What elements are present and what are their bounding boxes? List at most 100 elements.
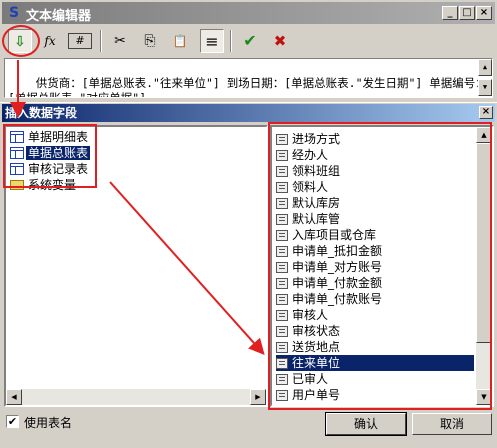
dialog-title-bar: 插入数据字段 × xyxy=(2,104,495,122)
window-title: 文本编辑器 xyxy=(26,9,92,24)
scroll-thumb[interactable] xyxy=(476,143,492,343)
field-icon xyxy=(276,230,288,241)
toolbar: ⇩ fx # ✂ ⎘ 📋 ≡ ✔ ✖ xyxy=(2,26,495,58)
field-label: 申请单_付款金额 xyxy=(292,276,383,290)
field-icon xyxy=(276,374,288,385)
dialog-close-button[interactable]: × xyxy=(479,106,493,119)
field-item[interactable]: 申请单_抵扣金额 xyxy=(276,243,474,259)
scroll-up-icon[interactable]: ▲ xyxy=(476,127,492,143)
insert-field-dialog: 插入数据字段 × 单据明细表 单据总账表 审核记录表 系统变量 ◀ ▶ 进场方式… xyxy=(0,102,497,447)
field-label: 默认库房 xyxy=(292,196,341,210)
scroll-down-icon[interactable]: ▼ xyxy=(476,389,492,405)
title-bar: S 文本编辑器 _ □ × xyxy=(2,2,495,24)
vertical-scrollbar[interactable]: ▲ ▼ xyxy=(476,127,492,405)
expression-editor[interactable]: 供货商：[单据总账表."往来单位"] 到场日期：[单据总账表."发生日期"] 单… xyxy=(4,58,493,98)
field-icon xyxy=(276,198,288,209)
use-table-name-label: 使用表名 xyxy=(24,416,73,430)
paste-icon[interactable]: 📋 xyxy=(168,29,192,53)
field-icon xyxy=(276,134,288,145)
field-item[interactable]: 审核人 xyxy=(276,307,474,323)
field-icon xyxy=(276,358,288,369)
dialog-bottom-bar: ✔ 使用表名 确认 取消 xyxy=(0,409,497,448)
field-label: 领料人 xyxy=(292,180,329,194)
maximize-button[interactable]: □ xyxy=(459,6,475,20)
scroll-up-icon[interactable]: ▲ xyxy=(478,59,492,76)
use-table-name-checkbox[interactable]: ✔ xyxy=(6,415,19,428)
field-label: 已审人 xyxy=(292,372,329,386)
table-icon xyxy=(10,163,24,175)
table-item-system-vars[interactable]: 系统变量 xyxy=(10,177,78,193)
field-item[interactable]: 领料班组 xyxy=(276,163,474,179)
field-label: 申请单_抵扣金额 xyxy=(292,244,383,258)
field-icon xyxy=(276,166,288,177)
field-label: 领料班组 xyxy=(292,164,341,178)
table-item-audit[interactable]: 审核记录表 xyxy=(10,161,90,177)
field-label: 审核状态 xyxy=(292,324,341,338)
field-label: 进场方式 xyxy=(292,132,341,146)
folder-icon xyxy=(10,180,24,190)
field-item[interactable]: 往来单位 xyxy=(276,355,474,371)
editor-text: 供货商：[单据总账表."往来单位"] 到场日期：[单据总账表."发生日期"] 单… xyxy=(8,76,487,98)
field-item[interactable]: 审核状态 xyxy=(276,323,474,339)
field-icon xyxy=(276,278,288,289)
field-item[interactable]: 领料人 xyxy=(276,179,474,195)
field-item[interactable]: 申请单_付款金额 xyxy=(276,275,474,291)
field-icon xyxy=(276,262,288,273)
table-tree[interactable]: 单据明细表 单据总账表 审核记录表 系统变量 ◀ ▶ xyxy=(4,125,268,407)
text-editor-window: S 文本编辑器 _ □ × ⇩ fx # ✂ ⎘ 📋 ≡ ✔ ✖ 供货商：[单据… xyxy=(0,0,497,447)
close-button[interactable]: × xyxy=(476,6,492,20)
field-label: 用户单号 xyxy=(292,388,341,402)
copy-icon[interactable]: ⎘ xyxy=(138,29,162,53)
field-item[interactable]: 已审人 xyxy=(276,371,474,387)
toolbar-separator xyxy=(100,30,102,52)
minimize-button[interactable]: _ xyxy=(442,6,458,20)
field-item[interactable]: 入库项目或仓库 xyxy=(276,227,474,243)
field-label: 经办人 xyxy=(292,148,329,162)
field-icon xyxy=(276,246,288,257)
number-format-icon[interactable]: # xyxy=(68,33,92,49)
field-icon xyxy=(276,182,288,193)
scroll-right-icon[interactable]: ▶ xyxy=(250,389,266,405)
field-item[interactable]: 用户单号 xyxy=(276,387,474,403)
table-icon xyxy=(10,131,24,143)
field-icon xyxy=(276,294,288,305)
field-list[interactable]: 进场方式经办人领料班组领料人默认库房默认库管入库项目或仓库 申请单_抵扣金额 申请单… xyxy=(270,125,494,407)
toolbar-separator xyxy=(230,30,232,52)
field-item[interactable]: 进场方式 xyxy=(276,131,474,147)
cut-icon[interactable]: ✂ xyxy=(108,29,132,53)
field-item[interactable]: 申请单_对方账号 xyxy=(276,259,474,275)
field-label: 申请单_对方账号 xyxy=(292,260,383,274)
cancel-x-icon[interactable]: ✖ xyxy=(268,29,292,53)
confirm-check-icon[interactable]: ✔ xyxy=(238,29,262,53)
field-icon xyxy=(276,310,288,321)
field-icon xyxy=(276,326,288,337)
field-label: 往来单位 xyxy=(290,356,343,370)
table-item-ledger[interactable]: 单据总账表 xyxy=(10,145,91,161)
field-icon xyxy=(276,214,288,225)
field-label: 审核人 xyxy=(292,308,329,322)
ok-button[interactable]: 确认 xyxy=(325,412,407,436)
field-label: 入库项目或仓库 xyxy=(292,228,377,242)
dialog-title: 插入数据字段 xyxy=(5,106,78,120)
align-icon[interactable]: ≡ xyxy=(200,29,224,53)
insert-field-icon[interactable]: ⇩ xyxy=(8,29,32,53)
field-item[interactable]: 送货地点 xyxy=(276,339,474,355)
field-item[interactable]: 申请单_付款账号 xyxy=(276,291,474,307)
scroll-down-icon[interactable]: ▼ xyxy=(478,79,492,96)
field-item[interactable]: 默认库管 xyxy=(276,211,474,227)
app-icon: S xyxy=(8,5,20,21)
scroll-left-icon[interactable]: ◀ xyxy=(6,389,22,405)
cancel-button[interactable]: 取消 xyxy=(412,413,492,435)
table-item-detail[interactable]: 单据明细表 xyxy=(10,129,90,145)
field-label: 默认库管 xyxy=(292,212,341,226)
field-label: 申请单_付款账号 xyxy=(292,292,383,306)
field-item[interactable]: 默认库房 xyxy=(276,195,474,211)
field-label: 送货地点 xyxy=(292,340,341,354)
field-icon xyxy=(276,342,288,353)
horizontal-scrollbar[interactable]: ◀ ▶ xyxy=(6,389,266,405)
table-icon xyxy=(10,147,24,159)
field-icon xyxy=(276,390,288,401)
function-icon[interactable]: fx xyxy=(38,29,62,53)
field-item[interactable]: 经办人 xyxy=(276,147,474,163)
field-icon xyxy=(276,150,288,161)
